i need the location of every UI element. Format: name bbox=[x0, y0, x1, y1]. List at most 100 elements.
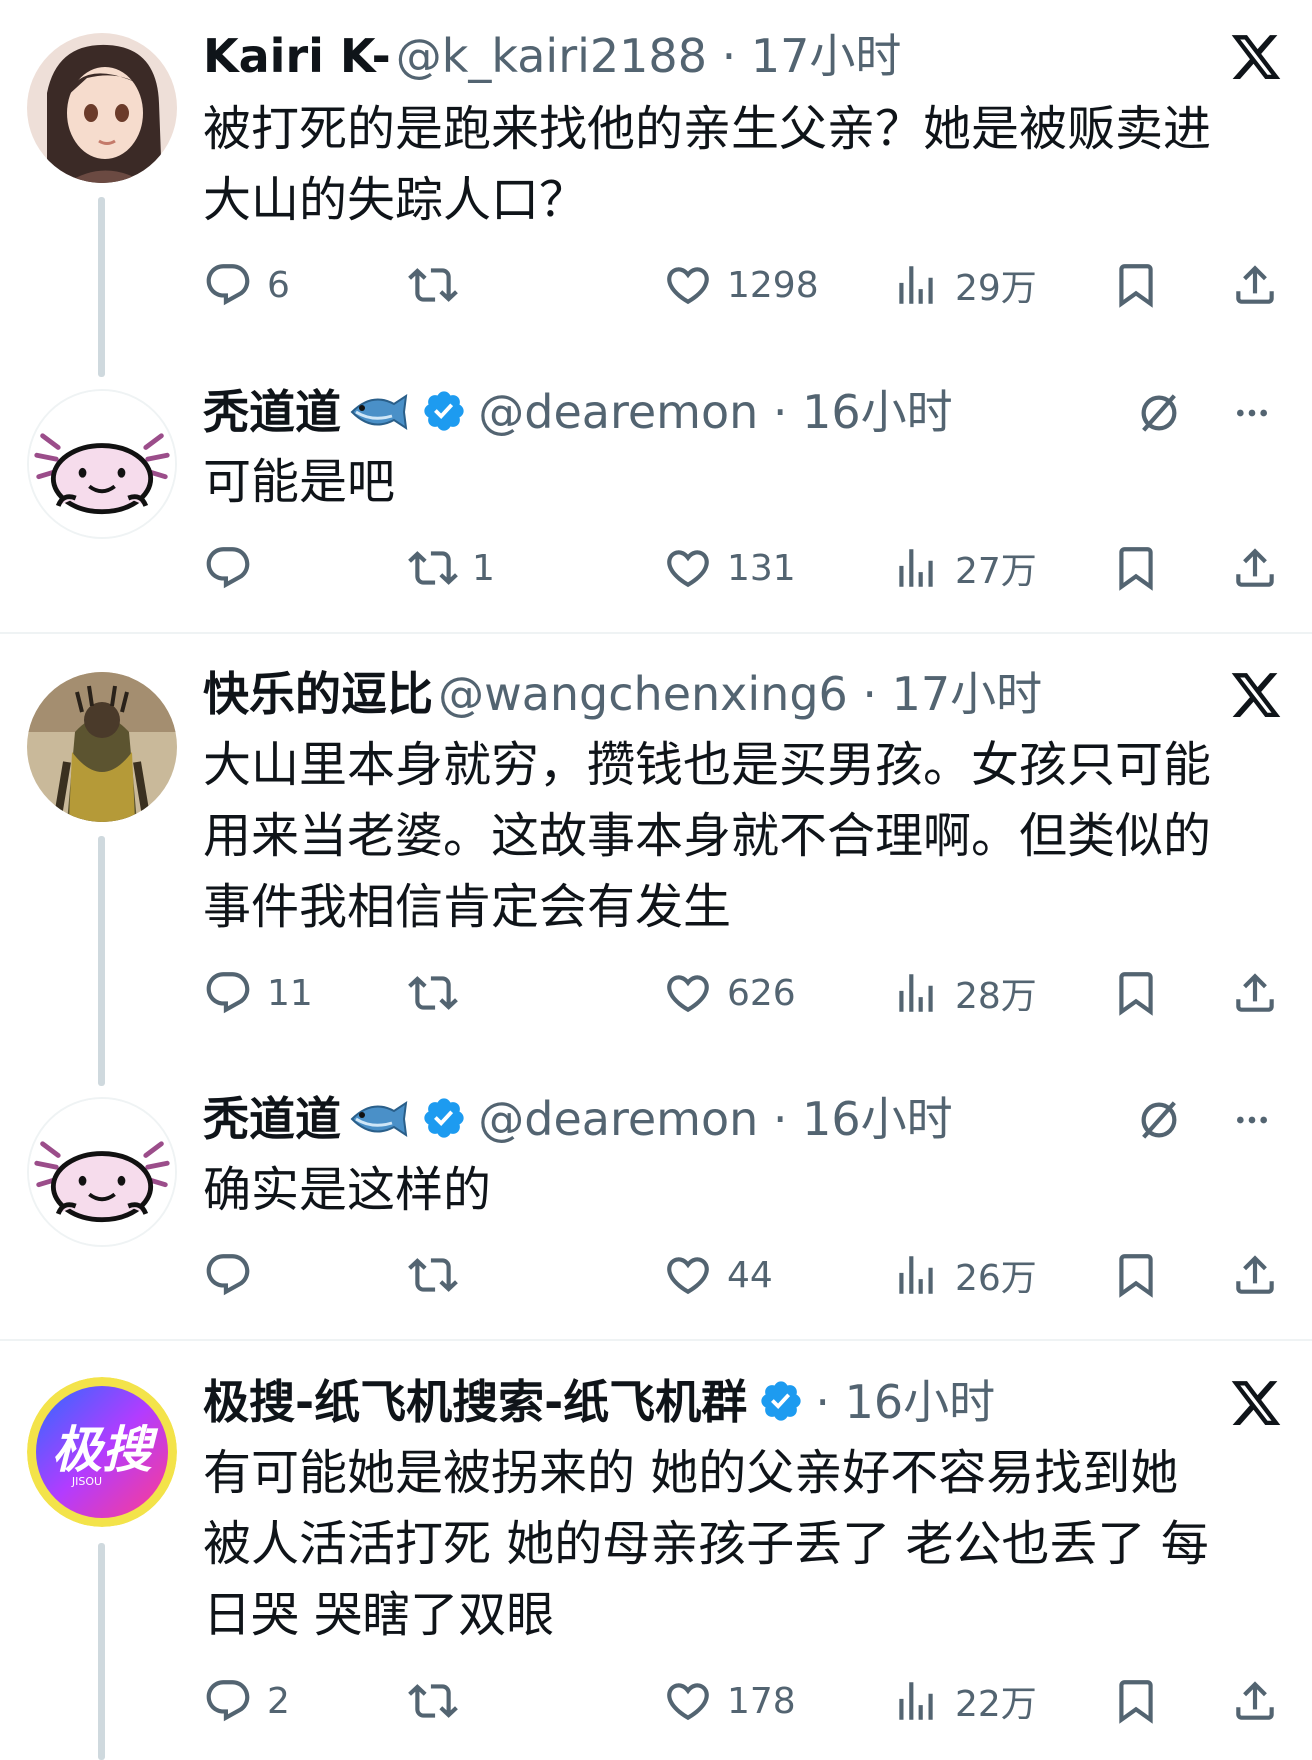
tweet-text-line: 被人活活打死 她的母亲孩子丢了 老公也丢了 每 bbox=[203, 1516, 1209, 1572]
x-logo-icon bbox=[1229, 668, 1283, 726]
bookmark-icon bbox=[1119, 264, 1153, 308]
bookmark-button[interactable] bbox=[1111, 1245, 1161, 1305]
bookmark-icon bbox=[1119, 547, 1153, 591]
x-logo-icon bbox=[1229, 30, 1283, 88]
retweet-button[interactable]: 1 bbox=[408, 538, 495, 598]
like-button[interactable]: 131 bbox=[663, 538, 796, 598]
reply-icon bbox=[206, 547, 250, 589]
avatar[interactable] bbox=[27, 1097, 177, 1247]
like-button[interactable]: 1298 bbox=[663, 255, 819, 315]
handle-and-time[interactable]: @wangchenxing6 · 17小时 bbox=[438, 667, 1042, 721]
like-button[interactable]: 178 bbox=[663, 1671, 796, 1731]
handle-and-time[interactable]: · 16小时 bbox=[815, 1375, 995, 1429]
handle-and-time[interactable]: @dearemon · 16小时 bbox=[478, 1092, 952, 1146]
share-button[interactable] bbox=[1230, 963, 1280, 1023]
avatar[interactable] bbox=[27, 389, 177, 539]
retweet-icon bbox=[408, 551, 458, 585]
avatar-logo-text: 极搜 bbox=[52, 1421, 159, 1479]
heart-icon bbox=[667, 550, 709, 588]
tweet-text-line: 被打死的是跑来找他的亲生父亲？她是被贩卖进 bbox=[203, 101, 1212, 157]
views-icon bbox=[899, 266, 933, 304]
heart-icon bbox=[667, 975, 709, 1013]
grok-icon[interactable] bbox=[1136, 1097, 1182, 1143]
verified-badge-icon bbox=[761, 1381, 801, 1421]
more-icon[interactable] bbox=[1232, 1100, 1272, 1140]
views-icon bbox=[899, 1256, 933, 1294]
tweet-text-line: 用来当老婆。这故事本身就不合理啊。但类似的 bbox=[203, 808, 1212, 864]
views-button[interactable]: 29万 bbox=[891, 255, 1037, 315]
tweet-text-line: 可能是吧 bbox=[203, 454, 396, 510]
bookmark-icon bbox=[1119, 1680, 1153, 1724]
display-name[interactable]: 快乐的逗比 bbox=[203, 667, 433, 721]
tweet-header: Kairi K- @k_kairi2188 · 17小时 bbox=[203, 33, 901, 79]
retweet-button[interactable] bbox=[408, 1671, 472, 1731]
tweet-corner-icons bbox=[1136, 390, 1272, 436]
views-button[interactable]: 28万 bbox=[891, 963, 1037, 1023]
share-icon bbox=[1236, 1255, 1274, 1294]
bookmark-button[interactable] bbox=[1111, 1671, 1161, 1731]
handle-and-time[interactable]: @k_kairi2188 · 17小时 bbox=[396, 29, 902, 83]
verified-badge-icon bbox=[424, 1098, 464, 1138]
reply-button[interactable] bbox=[203, 1245, 267, 1305]
heart-icon bbox=[667, 1257, 709, 1295]
tweet-header: 秃道道 @dearemon · 16小时 bbox=[203, 388, 953, 435]
avatar[interactable] bbox=[27, 672, 177, 822]
retweet-button[interactable] bbox=[408, 255, 472, 315]
share-button[interactable] bbox=[1230, 1245, 1280, 1305]
reply-icon bbox=[206, 264, 250, 306]
views-icon bbox=[899, 549, 933, 587]
reply-button[interactable]: 2 bbox=[203, 1671, 290, 1731]
views-icon bbox=[899, 974, 933, 1012]
heart-icon bbox=[667, 1683, 709, 1721]
grok-icon[interactable] bbox=[1136, 390, 1182, 436]
thread-line bbox=[98, 197, 105, 377]
retweet-count: 1 bbox=[472, 547, 495, 589]
share-icon bbox=[1236, 265, 1274, 304]
tweet-text: 有可能她是被拐来的 她的父亲好不容易找到她 被人活活打死 她的母亲孩子丢了 老公… bbox=[203, 1438, 1293, 1651]
bookmark-button[interactable] bbox=[1111, 255, 1161, 315]
verified-badge-icon bbox=[424, 391, 464, 431]
reply-count: 11 bbox=[267, 972, 313, 1014]
reply-button[interactable]: 11 bbox=[203, 963, 313, 1023]
reply-icon bbox=[206, 1680, 250, 1722]
tweet-text-line: 大山里本身就穷，攒钱也是买男孩。女孩只可能 bbox=[203, 737, 1212, 793]
retweet-icon bbox=[408, 1684, 458, 1718]
views-button[interactable]: 27万 bbox=[891, 538, 1037, 598]
handle-and-time[interactable]: @dearemon · 16小时 bbox=[478, 385, 952, 439]
like-count: 44 bbox=[727, 1254, 773, 1296]
display-name[interactable]: 秃道道 bbox=[203, 1092, 341, 1146]
like-button[interactable]: 626 bbox=[663, 963, 796, 1023]
display-name[interactable]: 极搜-纸飞机搜索-纸飞机群 bbox=[203, 1375, 747, 1429]
tweet-text-line: 日哭 哭瞎了双眼 bbox=[203, 1587, 555, 1643]
share-button[interactable] bbox=[1230, 1671, 1280, 1731]
reply-icon bbox=[206, 1254, 250, 1296]
retweet-button[interactable] bbox=[408, 963, 472, 1023]
views-button[interactable]: 26万 bbox=[891, 1245, 1037, 1305]
share-icon bbox=[1236, 1681, 1274, 1720]
tweet-corner-icons bbox=[1136, 1097, 1272, 1143]
views-button[interactable]: 22万 bbox=[891, 1671, 1037, 1731]
tweet-header: 秃道道 @dearemon · 16小时 bbox=[203, 1095, 953, 1142]
tweet-text: 确实是这样的 bbox=[203, 1155, 1293, 1226]
tweet-text: 被打死的是跑来找他的亲生父亲？她是被贩卖进 大山的失踪人口？ bbox=[203, 94, 1293, 236]
avatar[interactable] bbox=[27, 33, 177, 183]
share-button[interactable] bbox=[1230, 255, 1280, 315]
display-name[interactable]: 秃道道 bbox=[203, 385, 341, 439]
share-button[interactable] bbox=[1230, 538, 1280, 598]
views-icon bbox=[899, 1682, 933, 1720]
avatar[interactable]: 极搜 JISOU bbox=[27, 1377, 177, 1527]
views-count: 28万 bbox=[955, 976, 1037, 1017]
retweet-button[interactable] bbox=[408, 1245, 472, 1305]
like-button[interactable]: 44 bbox=[663, 1245, 773, 1305]
bookmark-icon bbox=[1119, 1254, 1153, 1298]
bookmark-button[interactable] bbox=[1111, 538, 1161, 598]
bookmark-button[interactable] bbox=[1111, 963, 1161, 1023]
reply-button[interactable] bbox=[203, 538, 267, 598]
like-count: 131 bbox=[727, 547, 796, 589]
more-icon[interactable] bbox=[1232, 393, 1272, 433]
action-bar: 2 178 22万 bbox=[203, 1671, 1283, 1731]
like-count: 178 bbox=[727, 1680, 796, 1722]
reply-button[interactable]: 6 bbox=[203, 255, 290, 315]
tweet-text: 可能是吧 bbox=[203, 447, 1293, 518]
display-name[interactable]: Kairi K- bbox=[203, 29, 391, 83]
